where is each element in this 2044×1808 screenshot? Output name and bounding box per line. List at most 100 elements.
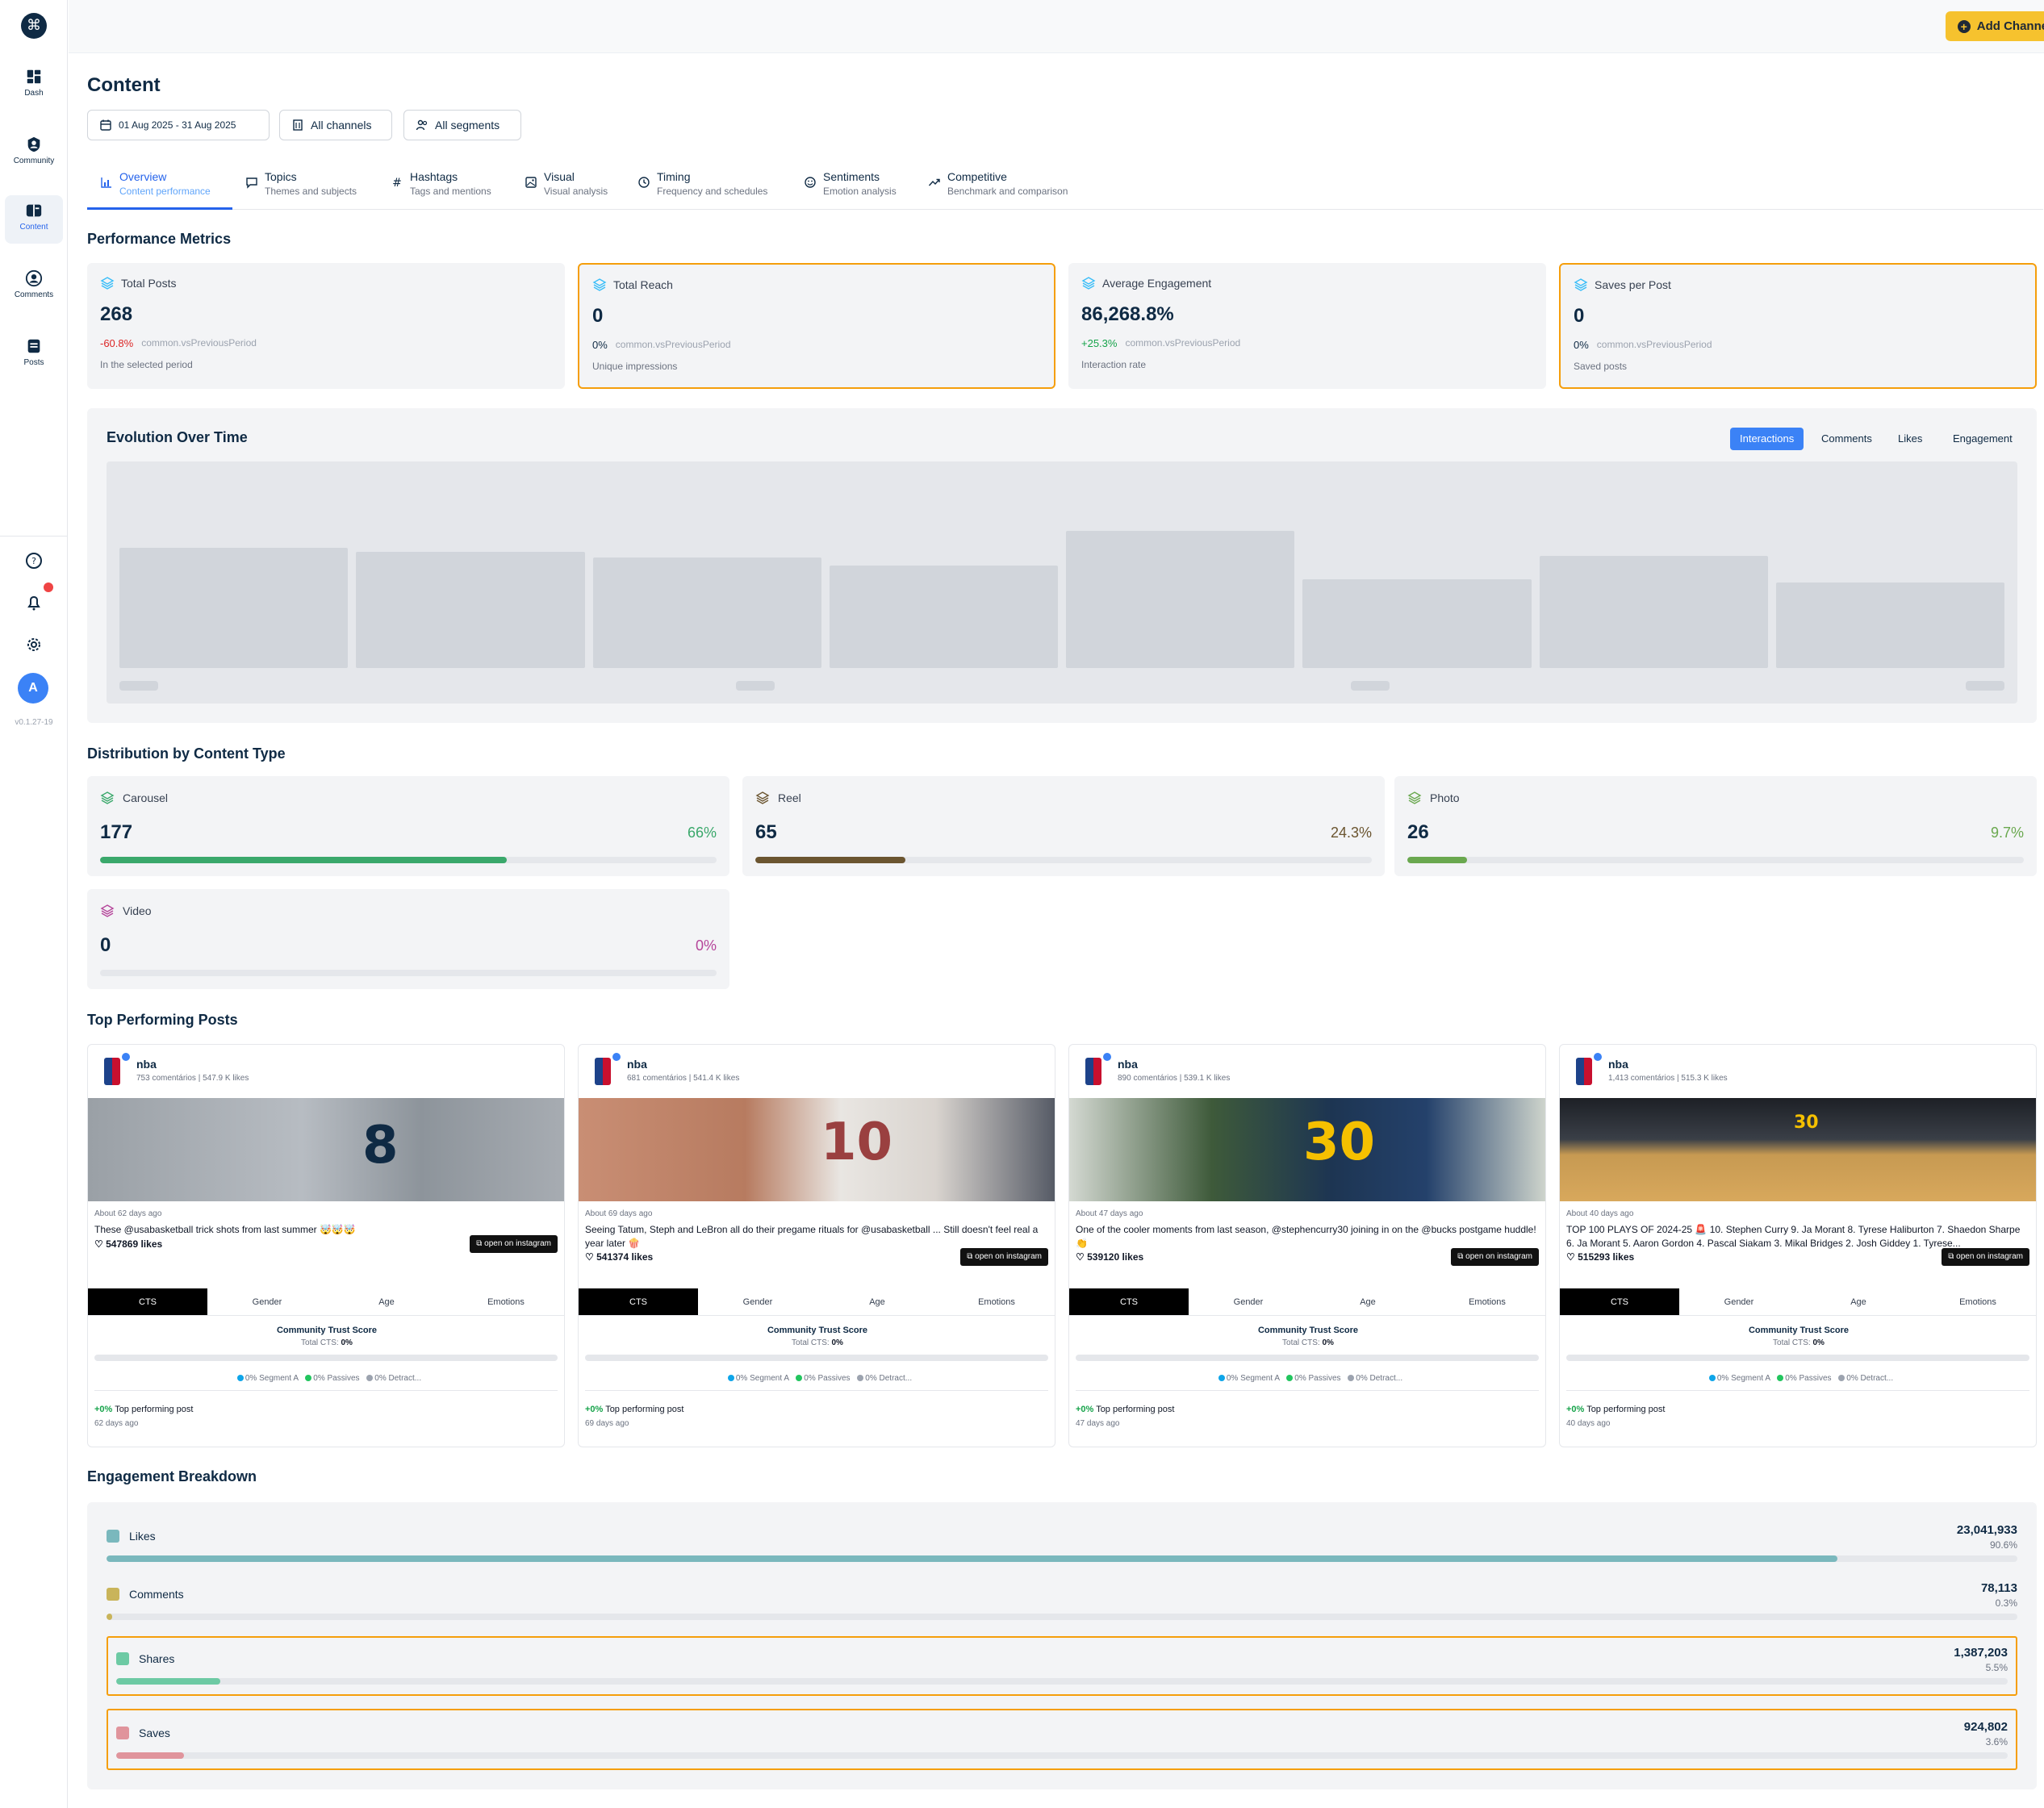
segments-filter[interactable]: All segments — [403, 110, 521, 140]
metric-card-saves-per-post: Saves per Post 0 0% common.vsPreviousPeri… — [1559, 263, 2037, 389]
sidebar-item-content[interactable]: Content — [5, 195, 63, 244]
distribution-value: 177 — [100, 821, 133, 843]
tab-timing[interactable]: Timing Frequency and schedules — [637, 165, 767, 210]
evolution-tab-comments[interactable]: Comments — [1812, 428, 1882, 450]
post-tab-age[interactable]: Age — [1308, 1288, 1427, 1315]
sidebar-item-label: Community — [13, 157, 55, 165]
post-image[interactable]: 30 — [1560, 1098, 2036, 1201]
top-performing: +0% Top performing post — [1076, 1405, 1174, 1414]
sidebar-item-label: Posts — [23, 358, 44, 367]
tab-topics[interactable]: Topics Themes and subjects — [245, 165, 357, 210]
engagement-label: Shares — [139, 1652, 175, 1665]
evolution-title: Evolution Over Time — [107, 429, 248, 445]
jersey-number: 30 — [1794, 1113, 1819, 1133]
tab-sublabel: Visual analysis — [544, 186, 608, 197]
cts-total: Total CTS: 0% — [579, 1338, 1055, 1347]
date-range-filter[interactable]: 01 Aug 2025 - 31 Aug 2025 — [87, 110, 270, 140]
post-tab-age[interactable]: Age — [817, 1288, 937, 1315]
channels-filter[interactable]: All channels — [279, 110, 392, 140]
nba-logo-icon — [1085, 1058, 1101, 1085]
tab-sublabel: Benchmark and comparison — [947, 186, 1068, 197]
post-tab-gender[interactable]: Gender — [207, 1288, 327, 1315]
post-stats: 1,413 comentários | 515.3 K likes — [1608, 1074, 1728, 1083]
tab-hashtags[interactable]: # Hashtags Tags and mentions — [391, 165, 491, 210]
evolution-panel: Evolution Over Time Interactions Comment… — [87, 408, 2037, 723]
post-image[interactable]: 10 — [579, 1098, 1055, 1201]
divider — [1566, 1390, 2029, 1391]
cts-bar — [585, 1355, 1048, 1361]
app-logo[interactable]: ⌘ — [21, 13, 47, 39]
distribution-bar-track — [100, 857, 717, 863]
engagement-bar-track — [107, 1614, 2017, 1620]
distribution-bar-fill — [755, 857, 905, 863]
content-icon — [26, 204, 42, 217]
metric-compare: common.vsPreviousPeriod — [1596, 339, 1712, 350]
sidebar-item-dash[interactable]: Dash — [5, 61, 63, 110]
tab-sentiments[interactable]: Sentiments Emotion analysis — [804, 165, 897, 210]
tab-visual[interactable]: Visual Visual analysis — [525, 165, 608, 210]
comments-icon — [25, 269, 43, 287]
legend-swatch — [107, 1588, 119, 1601]
engagement-bar-fill — [116, 1678, 220, 1685]
tab-overview[interactable]: Overview Content performance — [87, 165, 232, 210]
add-channel-button[interactable]: + Add Channel — [1946, 11, 2044, 41]
sidebar-item-posts[interactable]: Posts — [5, 331, 63, 379]
cts-title: Community Trust Score — [1748, 1326, 1850, 1335]
post-tab-gender[interactable]: Gender — [1679, 1288, 1799, 1315]
segment-label: 0% Segment A — [1716, 1374, 1770, 1383]
post-tab-age[interactable]: Age — [1799, 1288, 1918, 1315]
layers-icon — [592, 278, 607, 291]
cts-title: Community Trust Score — [767, 1326, 868, 1335]
post-tab-emotions[interactable]: Emotions — [1427, 1288, 1545, 1315]
engagement-bar-track — [116, 1752, 2008, 1759]
evolution-tab-engagement[interactable]: Engagement — [1943, 428, 2022, 450]
metric-label: Average Engagement — [1102, 277, 1212, 290]
page-title: Content — [87, 74, 161, 96]
evolution-tab-interactions[interactable]: Interactions — [1730, 428, 1804, 450]
evolution-tab-likes[interactable]: Likes — [1888, 428, 1932, 450]
cts-total-value: 0% — [1322, 1338, 1334, 1347]
post-tab-age[interactable]: Age — [327, 1288, 446, 1315]
engagement-panel: Likes 23,041,933 90.6% Comments 78,113 0… — [87, 1502, 2037, 1789]
tab-competitive[interactable]: Competitive Benchmark and comparison — [928, 165, 1068, 210]
sidebar-item-community[interactable]: Community — [5, 129, 63, 177]
engagement-value: 23,041,933 — [1956, 1523, 2017, 1537]
post-tab-gender[interactable]: Gender — [1189, 1288, 1308, 1315]
post-tab-gender[interactable]: Gender — [698, 1288, 817, 1315]
post-image[interactable]: 8 — [88, 1098, 564, 1201]
metric-value: 0 — [592, 305, 604, 327]
post-tab-emotions[interactable]: Emotions — [937, 1288, 1055, 1315]
post-image[interactable]: 30 — [1069, 1098, 1545, 1201]
posts-icon — [27, 339, 40, 353]
distribution-bar-fill — [1407, 857, 1468, 863]
metric-value: 0 — [1574, 305, 1585, 327]
post-tab-emotions[interactable]: Emotions — [1918, 1288, 2036, 1315]
distribution-card-photo: Photo 26 9.7% — [1394, 776, 2037, 876]
top-performing-date: 69 days ago — [585, 1419, 629, 1428]
sidebar-item-comments[interactable]: Comments — [5, 263, 63, 311]
open-on-instagram-button[interactable]: ⧉ open on instagram — [1451, 1248, 1539, 1266]
post-card: nba 681 comentários | 541.4 K likes 10 A… — [578, 1044, 1055, 1447]
gear-icon[interactable] — [22, 633, 46, 657]
layers-icon — [100, 904, 115, 917]
user-avatar[interactable]: A — [18, 673, 48, 704]
external-link-icon: ⧉ — [476, 1239, 485, 1248]
distribution-label: Reel — [778, 791, 801, 804]
post-tab-cts[interactable]: CTS — [579, 1288, 698, 1315]
open-on-instagram-button[interactable]: ⧉ open on instagram — [960, 1248, 1048, 1266]
post-tab-cts[interactable]: CTS — [1560, 1288, 1679, 1315]
help-icon[interactable]: ? — [22, 549, 46, 573]
metric-change: +25.3% — [1081, 337, 1118, 349]
engagement-percent: 5.5% — [1985, 1662, 2008, 1673]
layers-icon — [100, 277, 115, 290]
post-tab-cts[interactable]: CTS — [88, 1288, 207, 1315]
open-on-instagram-button[interactable]: ⧉ open on instagram — [470, 1235, 558, 1253]
post-tab-emotions[interactable]: Emotions — [446, 1288, 564, 1315]
sidebar-item-label: Dash — [24, 89, 44, 98]
divider — [1076, 1390, 1539, 1391]
jersey-number: 30 — [1303, 1113, 1376, 1172]
post-tab-cts[interactable]: CTS — [1069, 1288, 1189, 1315]
bell-icon[interactable] — [22, 591, 46, 615]
tab-sublabel: Frequency and schedules — [657, 186, 768, 197]
open-on-instagram-button[interactable]: ⧉ open on instagram — [1942, 1248, 2029, 1266]
